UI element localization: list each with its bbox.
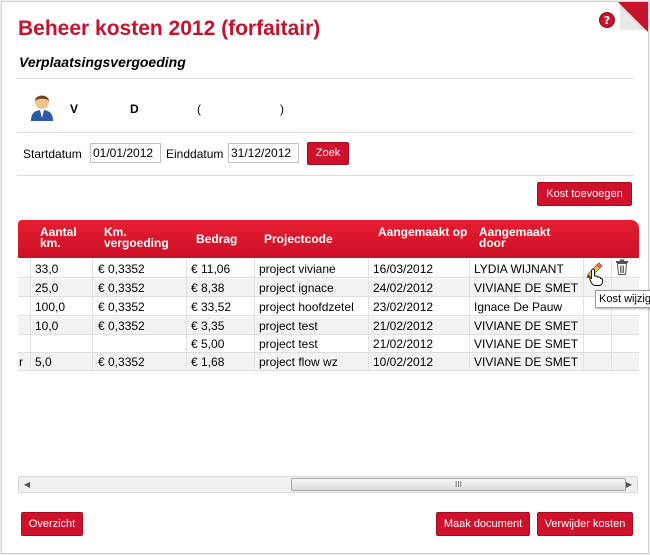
cell-km-vergoeding: € 0,3352 xyxy=(98,281,145,295)
tooltip: Kost wijzig xyxy=(595,290,650,308)
person-first-name: V xyxy=(70,102,79,116)
header-bedrag[interactable]: Bedrag xyxy=(196,233,237,245)
cell-aangemaakt-op: 23/02/2012 xyxy=(373,300,434,314)
header-aangemaakt-op[interactable]: Aangemaakt op xyxy=(378,226,468,238)
scroll-right-arrow-icon[interactable]: ▶ xyxy=(621,477,637,492)
row-prefix: r xyxy=(19,355,23,369)
person-paren-open: ( xyxy=(197,102,201,116)
column-divider xyxy=(368,258,369,370)
end-date-label: Einddatum xyxy=(166,147,224,161)
hand-cursor-icon xyxy=(589,268,603,286)
table-row[interactable]: r 5,0 € 0,3352 € 1,68 project flow wz 10… xyxy=(18,353,639,371)
cell-bedrag: € 5,00 xyxy=(191,337,225,351)
column-divider xyxy=(30,258,31,370)
cell-aangemaakt-door: VIVIANE DE SMET xyxy=(474,281,579,295)
cell-km-vergoeding: € 0,3352 xyxy=(98,319,145,333)
cell-aangemaakt-door: VIVIANE DE SMET xyxy=(474,319,579,333)
table-row[interactable]: 33,0 € 0,3352 € 11,06 project viviane 16… xyxy=(18,260,639,278)
cell-bedrag: € 3,35 xyxy=(191,319,225,333)
divider xyxy=(17,78,634,79)
table-header: Aantal km. Km. vergoeding Bedrag Project… xyxy=(18,220,639,258)
cell-projectcode: project test xyxy=(259,319,318,333)
cell-projectcode: project hoofdzetel xyxy=(259,300,354,314)
cell-km-vergoeding: € 0,3352 xyxy=(98,355,145,369)
person-last-name: D xyxy=(130,102,139,116)
cell-aangemaakt-op: 10/02/2012 xyxy=(373,355,434,369)
page-subtitle: Verplaatsingsvergoeding xyxy=(19,54,186,70)
person-paren-close: ) xyxy=(280,102,284,116)
cell-projectcode: project flow wz xyxy=(259,355,338,369)
cell-aangemaakt-op: 21/02/2012 xyxy=(373,337,434,351)
column-divider xyxy=(469,258,470,370)
cell-aantal: 5,0 xyxy=(35,355,52,369)
table-row[interactable]: € 5,00 project test 21/02/2012 VIVIANE D… xyxy=(18,335,639,353)
column-divider xyxy=(583,258,584,370)
header-aangemaakt-door[interactable]: Aangemaakt door xyxy=(479,226,569,249)
cell-km-vergoeding: € 0,3352 xyxy=(98,262,145,276)
scroll-left-arrow-icon[interactable]: ◀ xyxy=(19,477,35,492)
search-button[interactable]: Zoek xyxy=(307,142,349,165)
cell-bedrag: € 11,06 xyxy=(191,262,231,276)
cell-aantal: 10,0 xyxy=(35,319,59,333)
trash-icon[interactable] xyxy=(615,259,629,275)
horizontal-scrollbar[interactable]: ◀ III ▶ xyxy=(18,476,638,493)
cell-bedrag: € 8,38 xyxy=(191,281,225,295)
cost-management-panel: ? Beheer kosten 2012 (forfaitair) Verpla… xyxy=(1,1,650,554)
cell-aantal: 25,0 xyxy=(35,281,59,295)
header-aantal-km[interactable]: Aantal km. xyxy=(40,226,100,249)
add-cost-button[interactable]: Kost toevoegen xyxy=(537,182,632,206)
cell-bedrag: € 1,68 xyxy=(191,355,225,369)
delete-costs-button[interactable]: Verwijder kosten xyxy=(537,512,633,536)
table-row[interactable]: 25,0 € 0,3352 € 8,38 project ignace 24/0… xyxy=(18,279,639,297)
divider xyxy=(17,175,634,176)
table-row[interactable]: 100,0 € 0,3352 € 33,52 project hoofdzete… xyxy=(18,298,639,316)
scrollbar-thumb[interactable]: III xyxy=(291,478,626,491)
cell-aangemaakt-op: 16/03/2012 xyxy=(373,262,434,276)
cell-aangemaakt-door: VIVIANE DE SMET xyxy=(474,337,579,351)
column-divider xyxy=(186,258,187,370)
cell-aangemaakt-door: VIVIANE DE SMET xyxy=(474,355,579,369)
column-divider xyxy=(92,258,93,370)
cell-aangemaakt-op: 21/02/2012 xyxy=(373,319,434,333)
help-icon[interactable]: ? xyxy=(599,12,615,28)
cell-aantal: 33,0 xyxy=(35,262,59,276)
cell-km-vergoeding: € 0,3352 xyxy=(98,300,145,314)
cell-aangemaakt-door: Ignace De Pauw xyxy=(474,300,563,314)
make-document-button[interactable]: Maak document xyxy=(436,512,530,536)
cell-bedrag: € 33,52 xyxy=(191,300,232,314)
page-title: Beheer kosten 2012 (forfaitair) xyxy=(18,17,321,40)
overview-button[interactable]: Overzicht xyxy=(21,512,83,536)
costs-table: Aantal km. Km. vergoeding Bedrag Project… xyxy=(18,220,639,371)
user-avatar-icon xyxy=(31,95,53,121)
end-date-input[interactable]: 31/12/2012 xyxy=(228,143,299,163)
cell-aangemaakt-door: LYDIA WIJNANT xyxy=(474,262,564,276)
column-divider xyxy=(254,258,255,370)
divider xyxy=(17,132,634,133)
cell-aantal: 100,0 xyxy=(35,300,66,314)
start-date-label: Startdatum xyxy=(23,147,82,161)
cell-aangemaakt-op: 24/02/2012 xyxy=(373,281,434,295)
cell-projectcode: project ignace xyxy=(259,281,334,295)
header-km-vergoeding[interactable]: Km. vergoeding xyxy=(104,226,184,249)
table-row[interactable]: 10,0 € 0,3352 € 3,35 project test 21/02/… xyxy=(18,317,639,335)
page-corner-fold xyxy=(618,2,648,32)
cell-projectcode: project test xyxy=(259,337,318,351)
cell-projectcode: project viviane xyxy=(259,262,336,276)
start-date-input[interactable]: 01/01/2012 xyxy=(90,143,161,163)
column-divider xyxy=(611,258,612,370)
header-projectcode[interactable]: Projectcode xyxy=(264,233,333,245)
